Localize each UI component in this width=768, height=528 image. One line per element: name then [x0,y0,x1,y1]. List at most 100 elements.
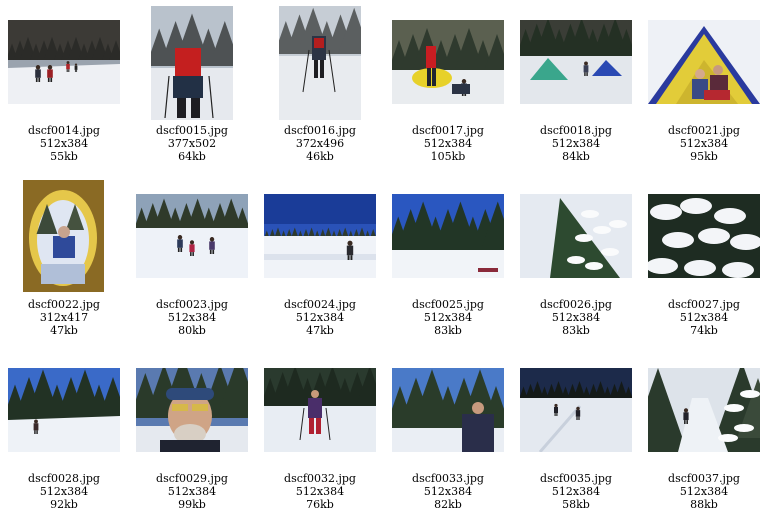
photo-graphic [264,194,376,278]
photo-graphic [136,194,248,278]
thumbnail-image[interactable] [23,180,104,292]
gallery-item: dscf0017.jpg 512x384 105kb [384,0,512,170]
file-size: 47kb [50,324,78,337]
photo-graphic [8,20,120,104]
thumbnail-image[interactable] [392,20,504,104]
file-name[interactable]: dscf0037.jpg [640,472,768,485]
thumbnail-caption: dscf0023.jpg 512x384 80kb [128,298,256,337]
file-size: 95kb [690,150,718,163]
thumbnail-image[interactable] [520,194,632,278]
thumbnail-caption: dscf0025.jpg 512x384 83kb [384,298,512,337]
thumbnail-image[interactable] [136,194,248,278]
file-name[interactable]: dscf0025.jpg [384,298,512,311]
image-dimensions: 512x384 [167,311,217,324]
image-dimensions: 512x384 [167,485,217,498]
file-name[interactable]: dscf0024.jpg [256,298,384,311]
file-name[interactable]: dscf0018.jpg [512,124,640,137]
thumbnail-image[interactable] [151,6,233,120]
gallery-item: dscf0027.jpg 512x384 74kb [640,174,768,344]
thumbnail-image[interactable] [648,368,760,452]
thumbnail-caption: dscf0024.jpg 512x384 47kb [256,298,384,337]
image-dimensions: 377x502 [167,137,217,150]
gallery-item: dscf0021.jpg 512x384 95kb [640,0,768,170]
photo-graphic [648,20,760,104]
file-size: 47kb [306,324,334,337]
photo-graphic [279,6,361,120]
thumbnail-image[interactable] [279,6,361,120]
image-dimensions: 512x384 [551,137,601,150]
file-name[interactable]: dscf0015.jpg [128,124,256,137]
image-dimensions: 512x384 [295,311,345,324]
photo-graphic [264,368,376,452]
thumbnail-image[interactable] [648,20,760,104]
photo-graphic [520,194,632,278]
file-name[interactable]: dscf0033.jpg [384,472,512,485]
gallery-item: dscf0022.jpg 312x417 47kb [0,174,128,344]
gallery-item: dscf0025.jpg 512x384 83kb [384,174,512,344]
thumbnail-image[interactable] [520,368,632,452]
file-name[interactable]: dscf0032.jpg [256,472,384,485]
file-name[interactable]: dscf0028.jpg [0,472,128,485]
file-size: 99kb [178,498,206,511]
image-dimensions: 512x384 [679,137,729,150]
image-dimensions: 512x384 [423,311,473,324]
thumbnail-caption: dscf0033.jpg 512x384 82kb [384,472,512,511]
file-name[interactable]: dscf0017.jpg [384,124,512,137]
file-size: 105kb [430,150,466,163]
thumbnail-caption: dscf0035.jpg 512x384 58kb [512,472,640,511]
thumbnail-image[interactable] [648,194,760,278]
image-dimensions: 312x417 [39,311,89,324]
image-dimensions: 512x384 [679,485,729,498]
file-name[interactable]: dscf0035.jpg [512,472,640,485]
image-dimensions: 512x384 [39,485,89,498]
image-dimensions: 512x384 [295,485,345,498]
image-dimensions: 512x384 [551,311,601,324]
photo-graphic [23,180,104,292]
photo-graphic [151,6,233,120]
file-name[interactable]: dscf0026.jpg [512,298,640,311]
image-dimensions: 512x384 [679,311,729,324]
file-name[interactable]: dscf0029.jpg [128,472,256,485]
thumbnail-image[interactable] [520,20,632,104]
file-size: 80kb [178,324,206,337]
thumbnail-caption: dscf0016.jpg 372x496 46kb [256,124,384,163]
file-name[interactable]: dscf0014.jpg [0,124,128,137]
file-name[interactable]: dscf0027.jpg [640,298,768,311]
photo-graphic [8,368,120,452]
thumbnail-image[interactable] [264,368,376,452]
thumbnail-caption: dscf0037.jpg 512x384 88kb [640,472,768,511]
thumbnail-caption: dscf0014.jpg 512x384 55kb [0,124,128,163]
file-name[interactable]: dscf0022.jpg [0,298,128,311]
file-size: 58kb [562,498,590,511]
thumbnail-caption: dscf0028.jpg 512x384 92kb [0,472,128,511]
photo-graphic [136,368,248,452]
gallery-item: dscf0035.jpg 512x384 58kb [512,348,640,518]
gallery-item: dscf0033.jpg 512x384 82kb [384,348,512,518]
file-name[interactable]: dscf0016.jpg [256,124,384,137]
thumbnail-caption: dscf0017.jpg 512x384 105kb [384,124,512,163]
gallery-item: dscf0023.jpg 512x384 80kb [128,174,256,344]
file-size: 83kb [562,324,590,337]
thumbnail-caption: dscf0026.jpg 512x384 83kb [512,298,640,337]
thumbnail-image[interactable] [392,368,504,452]
thumbnail-image[interactable] [8,20,120,104]
thumbnail-image[interactable] [136,368,248,452]
file-size: 84kb [562,150,590,163]
thumbnail-image[interactable] [8,368,120,452]
photo-graphic [392,20,504,104]
file-name[interactable]: dscf0021.jpg [640,124,768,137]
thumbnail-image[interactable] [392,194,504,278]
file-name[interactable]: dscf0023.jpg [128,298,256,311]
gallery-item: dscf0014.jpg 512x384 55kb [0,0,128,170]
image-dimensions: 512x384 [423,137,473,150]
gallery-item: dscf0037.jpg 512x384 88kb [640,348,768,518]
thumbnail-caption: dscf0022.jpg 312x417 47kb [0,298,128,337]
photo-graphic [648,368,760,452]
file-size: 82kb [434,498,462,511]
photo-graphic [392,368,504,452]
thumbnail-image[interactable] [264,194,376,278]
image-dimensions: 512x384 [39,137,89,150]
gallery-item: dscf0028.jpg 512x384 92kb [0,348,128,518]
gallery-item: dscf0016.jpg 372x496 46kb [256,0,384,170]
photo-graphic [648,194,760,278]
